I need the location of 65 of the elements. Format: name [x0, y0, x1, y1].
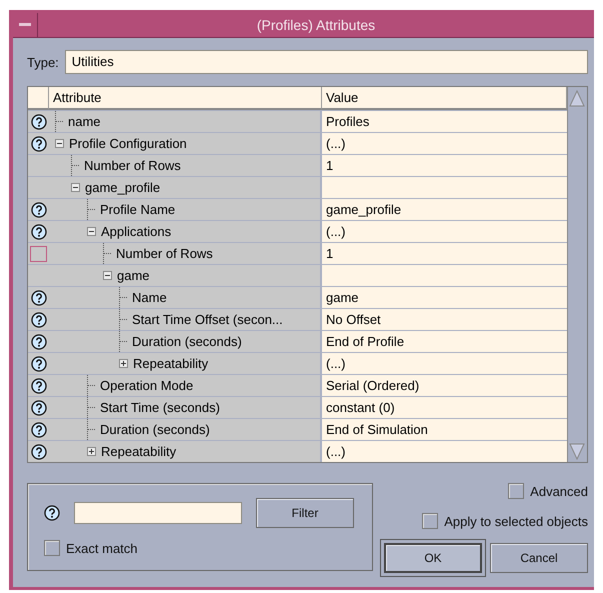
attribute-cell[interactable]: Number of Rows	[49, 243, 320, 264]
attribute-cell[interactable]: name	[49, 111, 320, 132]
collapse-icon[interactable]	[71, 183, 80, 192]
value-cell[interactable]: game_profile	[322, 199, 567, 220]
attribute-cell[interactable]: Applications	[49, 221, 320, 242]
value-cell[interactable]: (...)	[322, 133, 567, 154]
window-title: (Profiles) Attributes	[256, 16, 376, 35]
attribute-cell[interactable]: game	[49, 265, 320, 286]
minimize-icon[interactable]	[19, 23, 31, 27]
value-cell[interactable]: Serial (Ordered)	[322, 375, 567, 396]
attribute-cell[interactable]: Name	[49, 287, 320, 308]
help-icon[interactable]	[44, 505, 60, 521]
value-cell[interactable]: (...)	[322, 441, 567, 462]
column-header[interactable]: Value	[322, 87, 567, 110]
tree-connector	[87, 375, 98, 396]
value-cell[interactable]	[322, 177, 567, 198]
tree-connector	[87, 419, 98, 440]
attribute-cell[interactable]: Operation Mode	[49, 375, 320, 396]
collapse-icon[interactable]	[87, 227, 96, 236]
apply-label[interactable]: Apply to selected objects	[444, 514, 588, 528]
value-cell[interactable]: 1	[322, 243, 567, 264]
value-cell[interactable]: End of Profile	[322, 331, 567, 352]
checkbox[interactable]	[422, 513, 438, 529]
value-cell[interactable]: End of Simulation	[322, 419, 567, 440]
exact-match-label[interactable]: Exact match	[66, 540, 138, 556]
attribute-cell[interactable]: Profile Name	[49, 199, 320, 220]
column-header	[28, 87, 49, 110]
attribute-cell[interactable]: Repeatability	[49, 441, 320, 462]
filter-button[interactable]: Filter	[256, 498, 354, 528]
value-cell[interactable]	[322, 265, 567, 286]
type-label: Type:	[27, 54, 59, 70]
value-cell[interactable]: (...)	[322, 221, 567, 242]
value-cell[interactable]: 1	[322, 155, 567, 176]
value-cell[interactable]: game	[322, 287, 567, 308]
collapse-icon[interactable]	[103, 271, 112, 280]
attribute-cell[interactable]: game_profile	[49, 177, 320, 198]
tree-connector	[71, 155, 82, 176]
filter-field[interactable]	[74, 502, 242, 524]
tree-connector	[119, 331, 130, 352]
dialog-button[interactable]: Cancel	[490, 543, 588, 573]
column-header[interactable]: Attribute	[49, 87, 322, 110]
attribute-cell[interactable]: Start Time Offset (secon...	[49, 309, 320, 330]
checkbox[interactable]	[44, 540, 60, 556]
value-cell[interactable]: No Offset	[322, 309, 567, 330]
expand-icon[interactable]	[87, 447, 96, 456]
value-cell[interactable]: (...)	[322, 353, 567, 374]
attribute-cell[interactable]: Number of Rows	[49, 155, 320, 176]
attribute-cell[interactable]: Profile Configuration	[49, 133, 320, 154]
attribute-cell[interactable]: Duration (seconds)	[49, 331, 320, 352]
expand-icon[interactable]	[119, 359, 128, 368]
attribute-cell[interactable]: Duration (seconds)	[49, 419, 320, 440]
value-cell[interactable]: Profiles	[322, 111, 567, 132]
attribute-cell[interactable]: Repeatability	[49, 353, 320, 374]
tree-connector	[103, 243, 114, 264]
tree-connector	[119, 309, 130, 330]
collapse-icon[interactable]	[55, 139, 64, 148]
checkbox[interactable]	[508, 483, 524, 499]
tree-connector	[87, 397, 98, 418]
value-cell[interactable]: constant (0)	[322, 397, 567, 418]
tree-connector	[87, 199, 98, 220]
attribute-cell[interactable]: Start Time (seconds)	[49, 397, 320, 418]
tree-connector	[119, 287, 130, 308]
type-field[interactable]: Utilities	[64, 50, 588, 74]
tree-connector	[55, 111, 66, 132]
advanced-label[interactable]: Advanced	[530, 484, 588, 498]
